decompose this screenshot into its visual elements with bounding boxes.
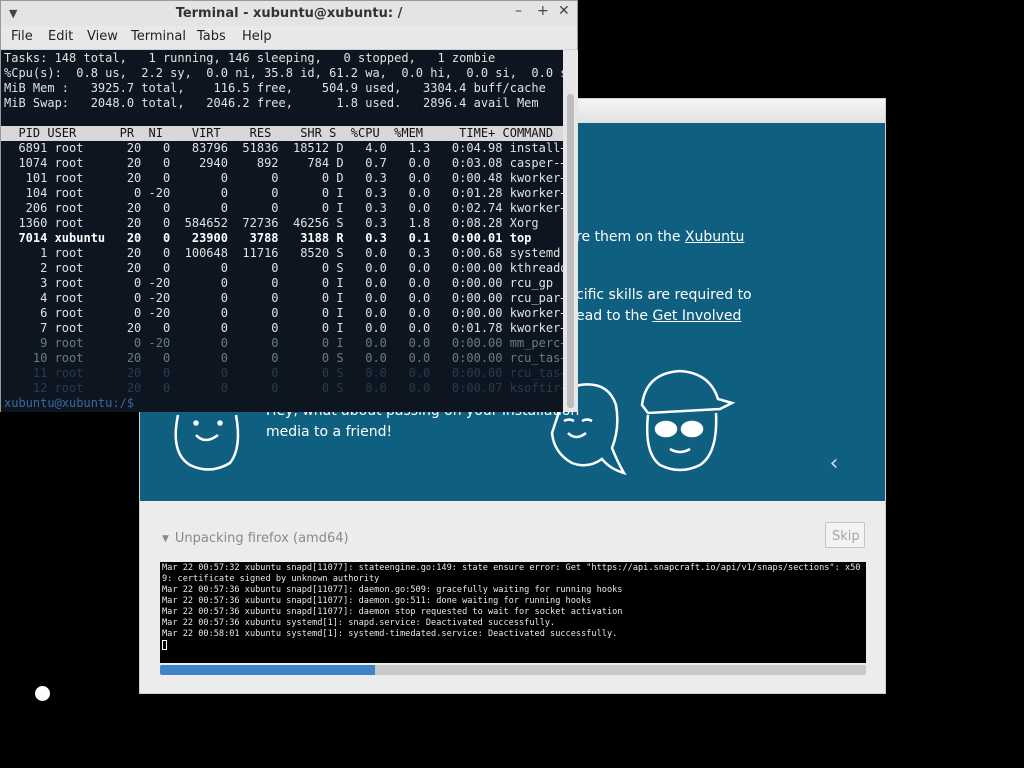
process-row: 2 root 20 0 0 0 0 S 0.0 0.0 0:00.00 kthr…: [4, 261, 563, 275]
install-progress-bar: [160, 665, 866, 675]
expander-triangle-icon[interactable]: ▼: [162, 534, 169, 544]
process-row: 6 root 0 -20 0 0 0 I 0.0 0.0 0:00.00 kwo…: [4, 306, 563, 320]
process-row: 1360 root 20 0 584652 72736 46256 S 0.3 …: [4, 216, 539, 230]
maximize-icon[interactable]: +: [537, 3, 549, 19]
terminal-titlebar[interactable]: ▼ Terminal - xubuntu@xubuntu: / – + ✕: [1, 1, 577, 27]
scrollbar-thumb[interactable]: [567, 94, 574, 408]
log-line: Mar 22 00:58:01 xubuntu systemd[1]: syst…: [162, 629, 618, 639]
process-row: 3 root 0 -20 0 0 0 I 0.0 0.0 0:00.00 rcu…: [4, 276, 554, 290]
desktop-indicator-icon[interactable]: [35, 686, 50, 701]
log-line: Mar 22 00:57:36 xubuntu snapd[11077]: da…: [162, 607, 623, 617]
process-row: 9 root 0 -20 0 0 0 I 0.0 0.0 0:00.00 mm_…: [4, 336, 563, 350]
process-row: 7 root 20 0 0 0 0 I 0.0 0.0 0:01.78 kwor…: [4, 321, 563, 335]
log-line: Mar 22 00:57:36 xubuntu snapd[11077]: da…: [162, 596, 592, 606]
install-progress-area: ▼ Unpacking firefox (amd64) Skip Mar 22 …: [140, 501, 885, 693]
cap-boy-face-icon: [640, 369, 736, 472]
status-text: Unpacking firefox (amd64): [174, 531, 349, 546]
text-cursor: [162, 640, 167, 650]
minimize-icon[interactable]: –: [515, 3, 522, 19]
top-summary-tasks: Tasks: 148 total, 1 running, 146 sleepin…: [4, 51, 496, 65]
process-row: 6891 root 20 0 83796 51836 18512 D 4.0 1…: [4, 141, 563, 155]
terminal-scrollbar[interactable]: [563, 50, 578, 412]
menu-view[interactable]: View: [87, 29, 118, 44]
log-line: Mar 22 00:57:36 xubuntu snapd[11077]: da…: [162, 585, 623, 595]
status-row[interactable]: ▼ Unpacking firefox (amd64): [162, 531, 349, 546]
log-line: Mar 22 00:57:32 xubuntu snapd[11077]: st…: [162, 563, 861, 584]
previous-slide-button[interactable]: ‹: [824, 449, 844, 479]
process-row: 12 root 20 0 0 0 0 S 0.0 0.0 0:00.07 kso…: [4, 381, 563, 395]
process-row: 104 root 0 -20 0 0 0 I 0.3 0.0 0:01.28 k…: [4, 186, 563, 200]
menu-terminal[interactable]: Terminal: [131, 29, 186, 44]
process-row: 10 root 20 0 0 0 0 S 0.0 0.0 0:00.00 rcu…: [4, 351, 563, 365]
progress-fill: [160, 665, 376, 675]
menu-help[interactable]: Help: [242, 29, 272, 44]
top-summary-cpu: %Cpu(s): 0.8 us, 2.2 sy, 0.0 ni, 35.8 id…: [4, 66, 563, 80]
shell-prompt: xubuntu@xubuntu:/$: [4, 396, 142, 410]
terminal-screen[interactable]: Tasks: 148 total, 1 running, 146 sleepin…: [1, 50, 563, 412]
process-row: 101 root 20 0 0 0 0 D 0.3 0.0 0:00.48 kw…: [4, 171, 563, 185]
terminal-menubar: File Edit View Terminal Tabs Help: [1, 26, 577, 50]
process-row: 4 root 0 -20 0 0 0 I 0.0 0.0 0:00.00 rcu…: [4, 291, 563, 305]
process-row: 11 root 20 0 0 0 0 S 0.0 0.0 0:00.00 rcu…: [4, 366, 563, 380]
process-row: 206 root 20 0 0 0 0 I 0.3 0.0 0:02.74 kw…: [4, 201, 563, 215]
menu-edit[interactable]: Edit: [48, 29, 73, 44]
top-summary-mem: MiB Mem : 3925.7 total, 116.5 free, 504.…: [4, 81, 546, 95]
process-row: 1 root 20 0 100648 11716 8520 S 0.0 0.3 …: [4, 246, 561, 260]
install-log-output: Mar 22 00:57:32 xubuntu snapd[11077]: st…: [160, 562, 866, 663]
skip-button[interactable]: Skip: [825, 522, 865, 548]
terminal-title: Terminal - xubuntu@xubuntu: /: [175, 6, 403, 21]
log-line: Mar 22 00:57:36 xubuntu systemd[1]: snap…: [162, 618, 556, 628]
close-icon[interactable]: ✕: [558, 3, 570, 19]
smiling-face-icon: [174, 414, 240, 471]
menu-tabs[interactable]: Tabs: [197, 29, 226, 44]
terminal-window: ▼ Terminal - xubuntu@xubuntu: / – + ✕ Fi…: [0, 0, 578, 412]
process-table-header: PID USER PR NI VIRT RES SHR S %CPU %MEM …: [1, 126, 563, 141]
menu-file[interactable]: File: [11, 29, 33, 44]
top-summary-swap: MiB Swap: 2048.0 total, 2046.2 free, 1.8…: [4, 96, 539, 110]
process-row-highlighted: 7014 xubuntu 20 0 23900 3788 3188 R 0.3 …: [4, 231, 532, 245]
process-row: 1074 root 20 0 2940 892 784 D 0.7 0.0 0:…: [4, 156, 563, 170]
